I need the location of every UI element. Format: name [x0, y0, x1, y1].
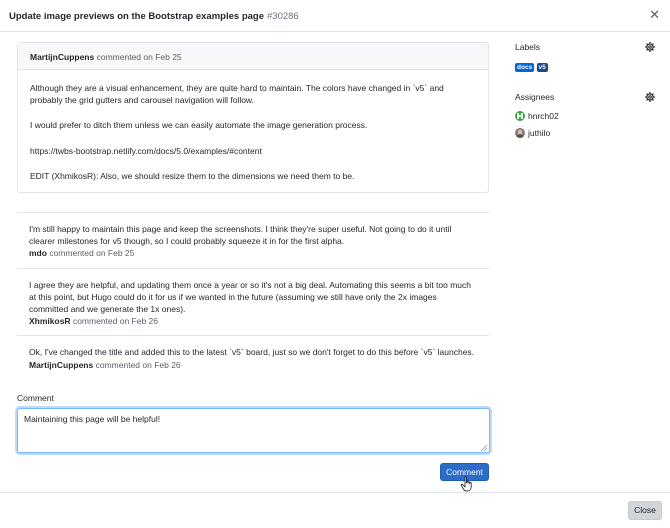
timeline-comment-meta: commented on Feb 26	[95, 359, 181, 370]
avatar	[515, 127, 525, 138]
assignee-item[interactable]: juthilo	[515, 127, 655, 138]
timeline-comment: Ok, I've changed the title and added thi…	[17, 336, 489, 378]
modal-header: Update image previews on the Bootstrap e…	[0, 0, 670, 32]
opening-comment: MartijnCuppens commented on Feb 25 Altho…	[17, 42, 489, 193]
issue-conversation: MartijnCuppens commented on Feb 25 Altho…	[17, 42, 490, 453]
issue-sidebar: Labels docs v5 Assignees hnrch02 juthilo	[515, 42, 655, 138]
comment-textarea[interactable]	[17, 407, 490, 453]
timeline-comment-text: Ok, I've changed the title and added thi…	[29, 347, 475, 358]
comment-field-label: Comment	[17, 392, 54, 403]
issue-number: #30286	[267, 11, 299, 22]
labels-section: Labels	[515, 42, 655, 54]
assignee-item[interactable]: hnrch02	[515, 110, 655, 121]
comment-paragraph: EDIT (XhmikosR): Also, we should resize …	[30, 170, 355, 181]
label-docs[interactable]: docs	[515, 63, 535, 72]
avatar	[515, 110, 525, 121]
timeline-comment-meta: commented on Feb 26	[72, 316, 159, 327]
issue-title: Update image previews on the Bootstrap e…	[9, 11, 264, 22]
timeline-comment-text: I'm still happy to maintain this page an…	[29, 223, 452, 247]
timeline-comment: I agree they are helpful, and updating t…	[17, 269, 489, 337]
hand-pointer-cursor-icon	[460, 476, 472, 492]
timeline-comment-text: I agree they are helpful, and updating t…	[29, 279, 471, 314]
timeline-comment-author[interactable]: XhmikosR	[29, 316, 71, 326]
comment-author[interactable]: MartijnCuppens	[30, 52, 94, 62]
comment-body: Although they are a visual enhancement, …	[18, 70, 488, 192]
label-v5[interactable]: v5	[536, 63, 548, 72]
labels-title: Labels	[515, 42, 541, 52]
timeline-comment-author[interactable]: MartijnCuppens	[29, 360, 93, 370]
modal-title: Update image previews on the Bootstrap e…	[9, 11, 299, 22]
comment-input-wrapper	[17, 407, 490, 453]
modal-footer	[0, 492, 670, 528]
gear-icon[interactable]	[645, 42, 655, 52]
timeline-comment-author[interactable]: mdo	[29, 248, 47, 258]
comment-paragraph: I would prefer to ditch them unless we c…	[30, 120, 368, 131]
labels-list: docs v5	[515, 63, 655, 73]
close-icon[interactable]: ✕	[649, 8, 660, 22]
comment-header: MartijnCuppens commented on Feb 25	[18, 43, 488, 70]
timeline-comment-meta: commented on Feb 25	[49, 248, 135, 259]
comment-timeline: I'm still happy to maintain this page an…	[17, 211, 489, 379]
comment-paragraph: Although they are a visual enhancement, …	[30, 83, 444, 105]
comment-link[interactable]: https://twbs-bootstrap.netlify.com/docs/…	[30, 145, 476, 157]
gear-icon[interactable]	[645, 92, 655, 102]
assignee-name: juthilo	[528, 127, 551, 138]
assignees-title: Assignees	[515, 92, 555, 102]
resize-grip-icon[interactable]	[481, 444, 487, 451]
close-button[interactable]: Close	[628, 501, 662, 520]
timeline-comment: I'm still happy to maintain this page an…	[17, 213, 489, 269]
assignee-name: hnrch02	[528, 110, 559, 121]
assignees-section: Assignees	[515, 92, 655, 104]
comment-meta: commented on Feb 25	[96, 52, 182, 62]
